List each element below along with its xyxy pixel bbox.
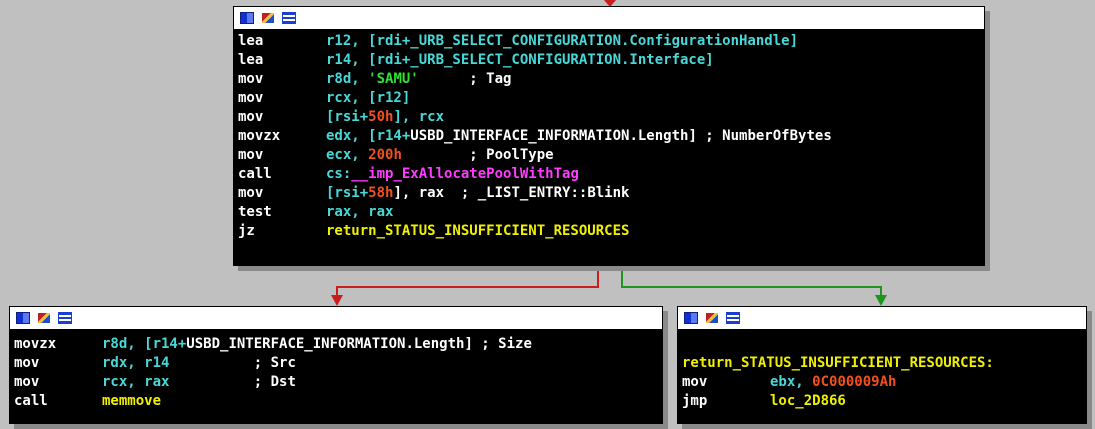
instruction-line[interactable]: mov ecx, 200h ; PoolType: [238, 146, 980, 165]
instruction-line[interactable]: movzx r8d, [r14+USBD_INTERFACE_INFORMATIO…: [14, 335, 658, 354]
mnemonic: mov: [238, 147, 264, 163]
edit-pen-icon[interactable]: [706, 313, 718, 323]
import-name[interactable]: __imp_ExAllocatePoolWithTag: [351, 166, 579, 182]
immediate: 200h: [368, 147, 402, 163]
jump-target[interactable]: return_STATUS_INSUFFICIENT_RESOURCES: [326, 223, 629, 239]
operand: cs:: [326, 166, 352, 182]
operand: r8d, [r14+: [102, 336, 187, 352]
operand: r8d,: [326, 71, 369, 87]
comment: ] ; NumberOfBytes: [688, 128, 832, 144]
mnemonic: lea: [238, 33, 264, 49]
operand: ], rcx: [393, 109, 445, 125]
operand: [rsi+: [326, 185, 369, 201]
instruction-line[interactable]: mov [rsi+58h], rax ; _LIST_ENTRY::Blink: [238, 184, 980, 203]
mnemonic: mov: [238, 185, 264, 201]
operand: r12, [rdi+_URB_SELECT_CONFIGURATION.Conf…: [326, 33, 799, 49]
instruction-line[interactable]: lea r12, [rdi+_URB_SELECT_CONFIGURATION.C…: [238, 32, 980, 51]
comment: ; Dst: [169, 374, 296, 390]
call-target[interactable]: memmove: [102, 393, 161, 409]
block-code: movzx r8d, [r14+USBD_INTERFACE_INFORMATIO…: [10, 330, 662, 414]
operand: rdx, r14: [102, 355, 170, 371]
listing-view-icon[interactable]: [58, 312, 72, 324]
operand: ebx,: [770, 374, 813, 390]
struct-member: USBD_INTERFACE_INFORMATION.Length: [410, 128, 689, 144]
basic-block-left[interactable]: movzx r8d, [r14+USBD_INTERFACE_INFORMATIO…: [9, 306, 663, 424]
comment: ; Tag: [418, 71, 512, 87]
graph-overview-icon[interactable]: [240, 12, 254, 24]
mnemonic: call: [238, 166, 272, 182]
instruction-line[interactable]: test rax, rax: [238, 203, 980, 222]
listing-view-icon[interactable]: [726, 312, 740, 324]
block-header: [10, 307, 662, 330]
graph-overview-icon[interactable]: [16, 312, 30, 324]
instruction-line[interactable]: movzx edx, [r14+USBD_INTERFACE_INFORMATIO…: [238, 127, 980, 146]
mnemonic: mov: [14, 355, 40, 371]
instruction-line[interactable]: mov r8d, 'SAMU' ; Tag: [238, 70, 980, 89]
instruction-line[interactable]: jmp loc_2D866: [682, 392, 1082, 411]
operand: ecx,: [326, 147, 369, 163]
operand: r14, [rdi+_URB_SELECT_CONFIGURATION.Inte…: [326, 52, 714, 68]
listing-view-icon[interactable]: [282, 12, 296, 24]
mnemonic: mov: [682, 374, 708, 390]
instruction-line[interactable]: mov [rsi+50h], rcx: [238, 108, 980, 127]
comment: ], rax ; _LIST_ENTRY::Blink: [393, 185, 630, 201]
mnemonic: movzx: [238, 128, 281, 144]
mnemonic: test: [238, 204, 272, 220]
edge-false-arrow: [331, 295, 343, 306]
mnemonic: mov: [238, 90, 264, 106]
basic-block-right[interactable]: return_STATUS_INSUFFICIENT_RESOURCES: mo…: [677, 306, 1087, 424]
comment: ] ; Size: [464, 336, 532, 352]
operand: rcx, [r12]: [326, 90, 411, 106]
instruction-line[interactable]: call memmove: [14, 392, 658, 411]
block-header: [678, 307, 1086, 330]
basic-block-top[interactable]: lea r12, [rdi+_URB_SELECT_CONFIGURATION.C…: [233, 6, 985, 266]
operand: edx, [r14+: [326, 128, 411, 144]
immediate: 50h: [368, 109, 394, 125]
instruction-line[interactable]: mov ebx, 0C000009Ah: [682, 373, 1082, 392]
mnemonic: mov: [238, 109, 264, 125]
mnemonic: jz: [238, 223, 255, 239]
immediate: 0C000009Ah: [812, 374, 897, 390]
string-literal: 'SAMU': [368, 71, 419, 87]
block-code: return_STATUS_INSUFFICIENT_RESOURCES: mo…: [678, 330, 1086, 414]
mnemonic: call: [14, 393, 48, 409]
mnemonic: lea: [238, 52, 264, 68]
graph-overview-icon[interactable]: [684, 312, 698, 324]
instruction-line[interactable]: mov rcx, rax ; Dst: [14, 373, 658, 392]
edge-true-branch: [621, 264, 882, 297]
struct-member: USBD_INTERFACE_INFORMATION.Length: [186, 336, 465, 352]
block-header: [234, 7, 984, 30]
immediate: 58h: [368, 185, 394, 201]
instruction-line[interactable]: lea r14, [rdi+_URB_SELECT_CONFIGURATION.I…: [238, 51, 980, 70]
comment: ; PoolType: [401, 147, 554, 163]
operand: [rsi+: [326, 109, 369, 125]
block-code: lea r12, [rdi+_URB_SELECT_CONFIGURATION.C…: [234, 30, 984, 244]
jump-target[interactable]: loc_2D866: [770, 393, 846, 409]
edge-false-branch: [336, 264, 599, 297]
instruction-line[interactable]: mov rdx, r14 ; Src: [14, 354, 658, 373]
edge-true-arrow: [875, 295, 887, 306]
instruction-line[interactable]: call cs:__imp_ExAllocatePoolWithTag: [238, 165, 980, 184]
instruction-line[interactable]: mov rcx, [r12]: [238, 89, 980, 108]
instruction-line[interactable]: jz return_STATUS_INSUFFICIENT_RESOURCES: [238, 222, 980, 241]
operand: rcx, rax: [102, 374, 170, 390]
edit-pen-icon[interactable]: [38, 313, 50, 323]
mnemonic: jmp: [682, 393, 708, 409]
edit-pen-icon[interactable]: [262, 13, 274, 23]
block-label[interactable]: return_STATUS_INSUFFICIENT_RESOURCES:: [682, 354, 1082, 373]
mnemonic: mov: [238, 71, 264, 87]
mnemonic: movzx: [14, 336, 57, 352]
operand: rax, rax: [326, 204, 394, 220]
mnemonic: mov: [14, 374, 40, 390]
comment: ; Src: [169, 355, 296, 371]
